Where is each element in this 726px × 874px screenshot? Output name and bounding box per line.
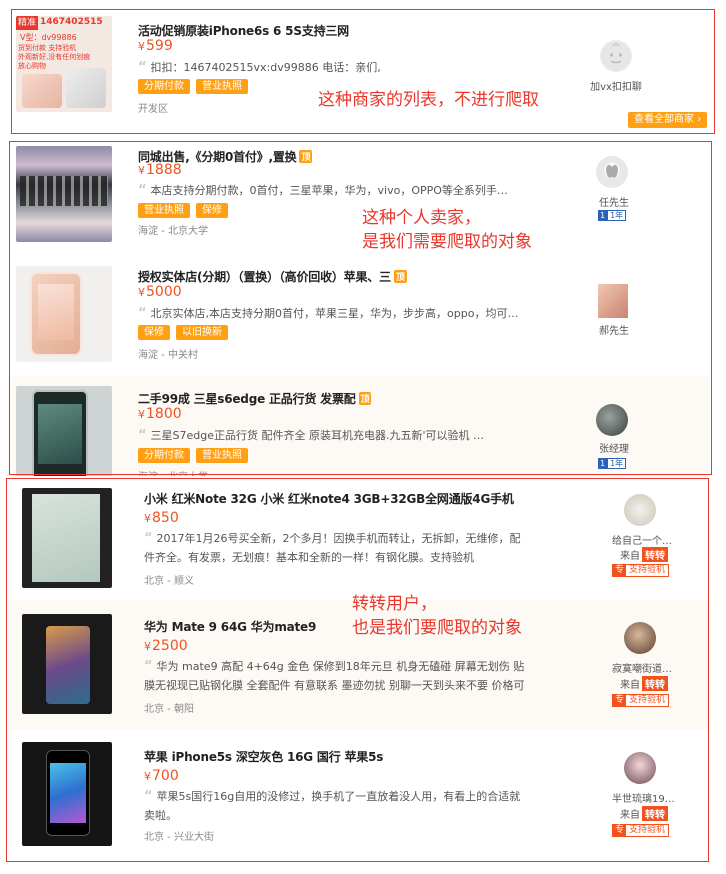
annotation-personal-line1: 这种个人卖家，	[362, 208, 481, 228]
annotation-frame-merchant	[11, 9, 715, 134]
annotation-merchant: 这种商家的列表，不进行爬取	[318, 90, 539, 110]
annotation-frame-personal	[9, 141, 712, 475]
annotation-frame-zhuanzhuan	[6, 478, 709, 862]
annotation-personal-line2: 是我们需要爬取的对象	[362, 232, 532, 252]
annotation-zhuanzhuan-line2: 也是我们要爬取的对象	[352, 618, 522, 638]
annotation-zhuanzhuan-line1: 转转用户，	[352, 594, 437, 614]
